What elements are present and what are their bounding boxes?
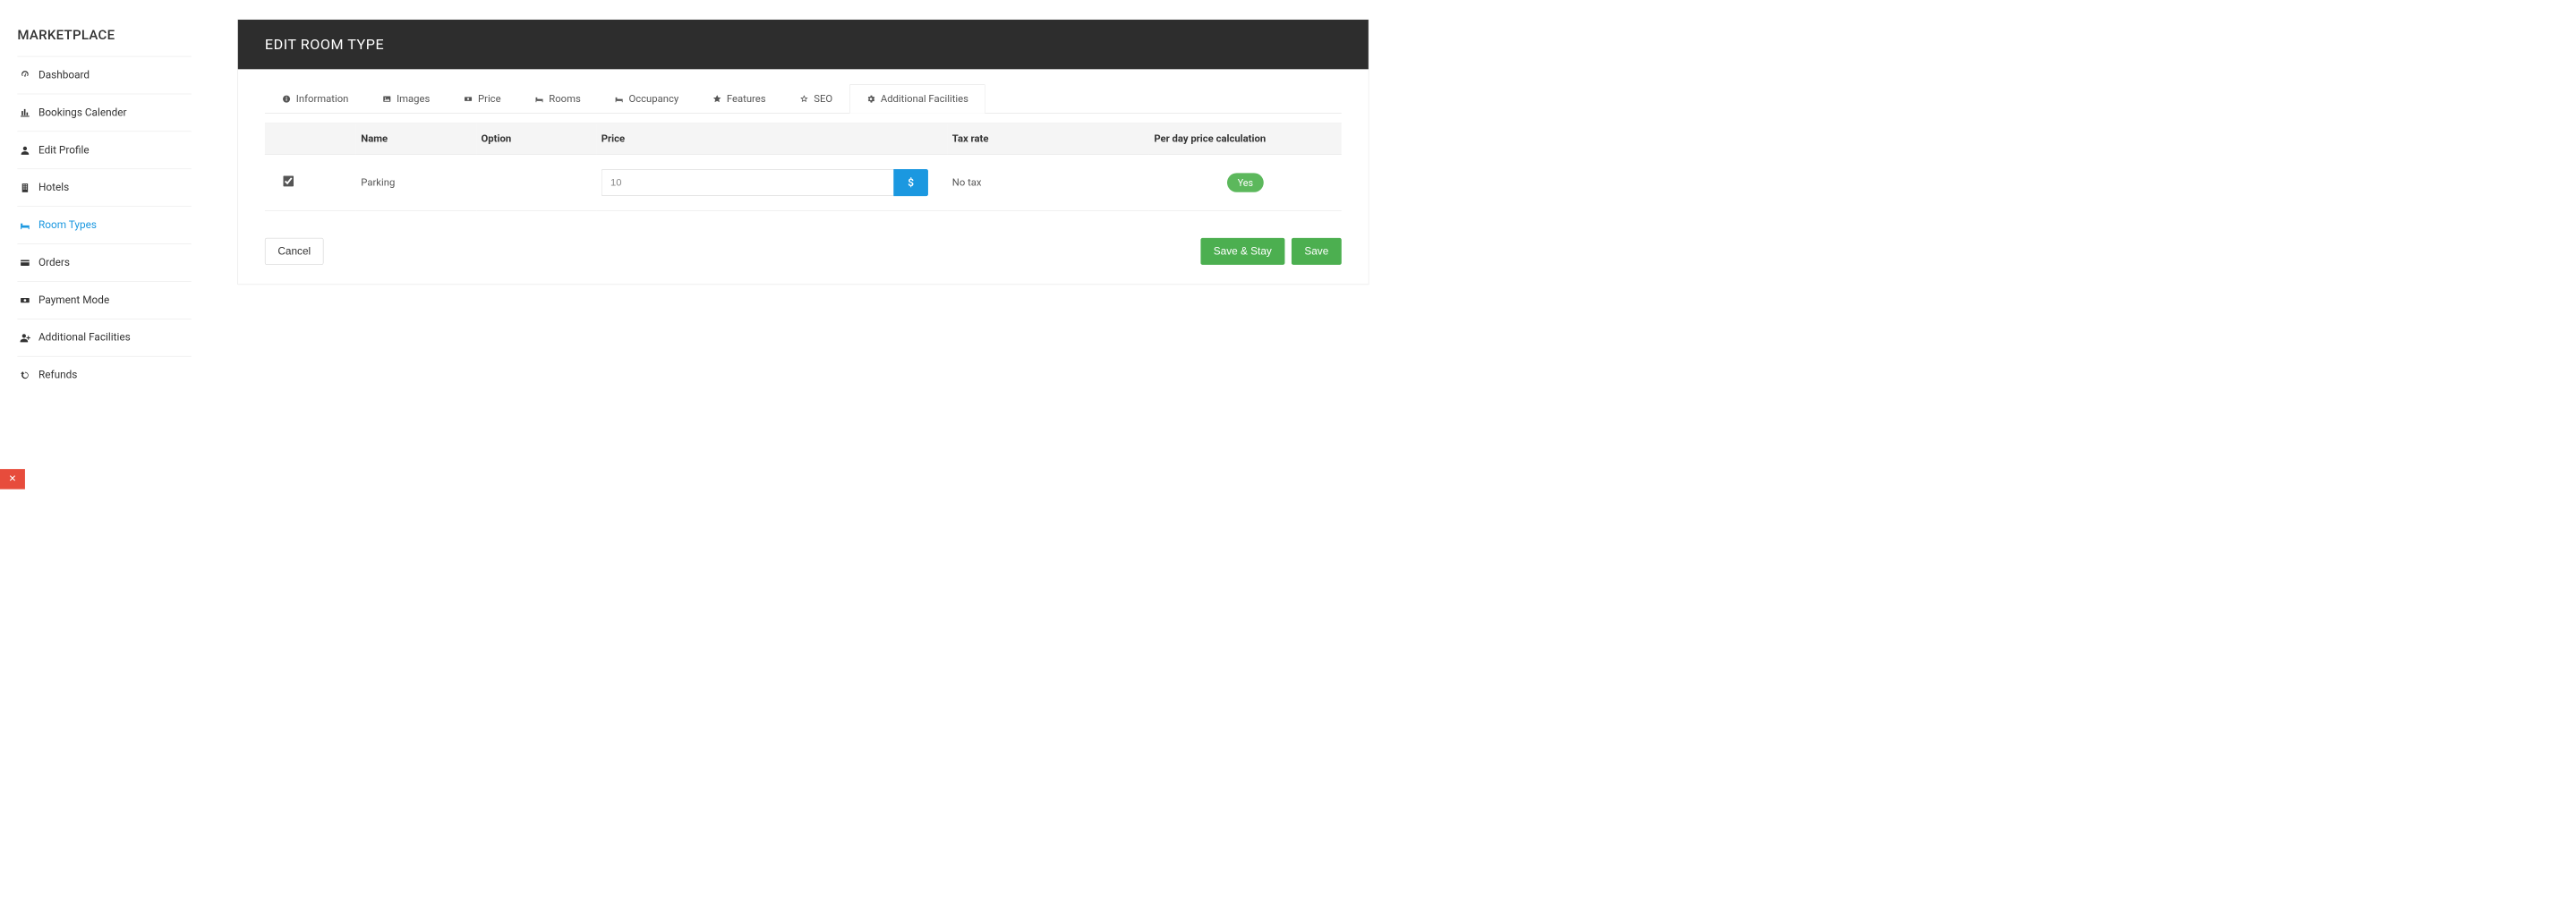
page-title: EDIT ROOM TYPE [265,36,1342,53]
sidebar-item-hotels[interactable]: Hotels [17,168,191,206]
tab-occupancy[interactable]: Occupancy [598,84,695,114]
tab-label: Rooms [549,93,581,105]
col-header-perday: Per day price calculation [1149,123,1342,155]
tab-features[interactable]: Features [695,84,782,114]
currency-addon: $ [893,169,928,196]
tab-rooms[interactable]: Rooms [517,84,597,114]
sidebar-item-label: Payment Mode [38,294,192,306]
facilities-table: Name Option Price Tax rate Per day price… [265,123,1342,210]
cancel-button[interactable]: Cancel [265,238,324,265]
sidebar-item-room-types[interactable]: Room Types [17,206,191,243]
image-icon [382,94,392,104]
tab-additional-facilities[interactable]: Additional Facilities [849,84,985,114]
bed-icon [614,94,624,104]
tab-label: Additional Facilities [881,93,968,105]
info-icon [282,94,292,104]
sidebar-item-orders[interactable]: Orders [17,243,191,281]
sidebar-item-label: Edit Profile [38,144,192,156]
tabs: Information Images Price Rooms Occupancy Feat… [265,83,1342,113]
tab-label: Information [296,93,349,105]
bed-icon [534,94,544,104]
tab-label: Images [397,93,430,105]
sidebar-item-edit-profile[interactable]: Edit Profile [17,132,191,169]
sidebar-item-label: Refunds [38,369,192,380]
col-header-price: Price [596,123,947,155]
credit-card-icon [17,257,32,268]
cash-icon [17,294,32,306]
sidebar-item-label: Orders [38,257,192,268]
sidebar-item-label: Room Types [38,219,192,231]
sidebar: MARKETPLACE Dashboard Bookings Calender Ed… [0,0,209,394]
col-header-check [265,123,356,155]
tab-label: SEO [814,93,832,105]
tab-label: Occupancy [628,93,678,105]
sidebar-item-refunds[interactable]: Refunds [17,356,191,394]
col-header-name: Name [356,123,476,155]
user-icon [17,144,32,156]
sidebar-item-payment-mode[interactable]: Payment Mode [17,281,191,319]
facility-name: Parking [356,155,476,211]
save-button[interactable]: Save [1292,238,1342,265]
barchart-icon [17,106,32,118]
facility-tax: No tax [947,155,1149,211]
save-and-stay-button[interactable]: Save & Stay [1200,238,1284,265]
sidebar-nav: Dashboard Bookings Calender Edit Profile Ho… [0,56,209,394]
perday-badge: Yes [1227,173,1264,192]
col-header-option: Option [476,123,596,155]
sidebar-item-bookings-calender[interactable]: Bookings Calender [17,94,191,132]
main-content: EDIT ROOM TYPE Information Images Price Roo… [209,0,1383,394]
sidebar-item-label: Additional Facilities [38,332,192,344]
tab-label: Price [478,93,501,105]
tab-label: Features [727,93,766,105]
facilities-tbody: Parking $ No tax Yes [265,155,1342,211]
table-row: Parking $ No tax Yes [265,155,1342,211]
sidebar-item-additional-facilities[interactable]: Additional Facilities [17,319,191,356]
refresh-icon [17,370,32,381]
close-icon [8,473,18,485]
panel-header: EDIT ROOM TYPE [238,20,1369,69]
col-header-tax: Tax rate [947,123,1149,155]
panel: EDIT ROOM TYPE Information Images Price Roo… [237,19,1369,284]
facility-checkbox[interactable] [283,176,294,187]
user-plus-icon [17,332,32,344]
widget-toggle[interactable] [0,469,25,490]
sidebar-item-label: Bookings Calender [38,106,192,118]
dashboard-icon [17,70,32,81]
gear-icon [866,94,876,104]
tab-price[interactable]: Price [447,84,517,114]
sidebar-item-label: Hotels [38,182,192,193]
sidebar-heading: MARKETPLACE [0,8,209,56]
star-outline-icon [799,94,809,104]
panel-body: Information Images Price Rooms Occupancy Feat… [238,69,1369,284]
facility-option [476,155,596,211]
tab-seo[interactable]: SEO [782,84,849,114]
cash-icon [464,94,473,104]
sidebar-item-dashboard[interactable]: Dashboard [17,56,191,94]
tab-images[interactable]: Images [365,84,447,114]
tab-information[interactable]: Information [265,84,365,114]
star-filled-icon [712,94,722,104]
bed-icon [17,219,32,231]
sidebar-item-label: Dashboard [38,69,192,81]
building-icon [17,182,32,193]
form-actions: Cancel Save & Stay Save [265,238,1342,265]
price-input[interactable] [601,169,893,196]
